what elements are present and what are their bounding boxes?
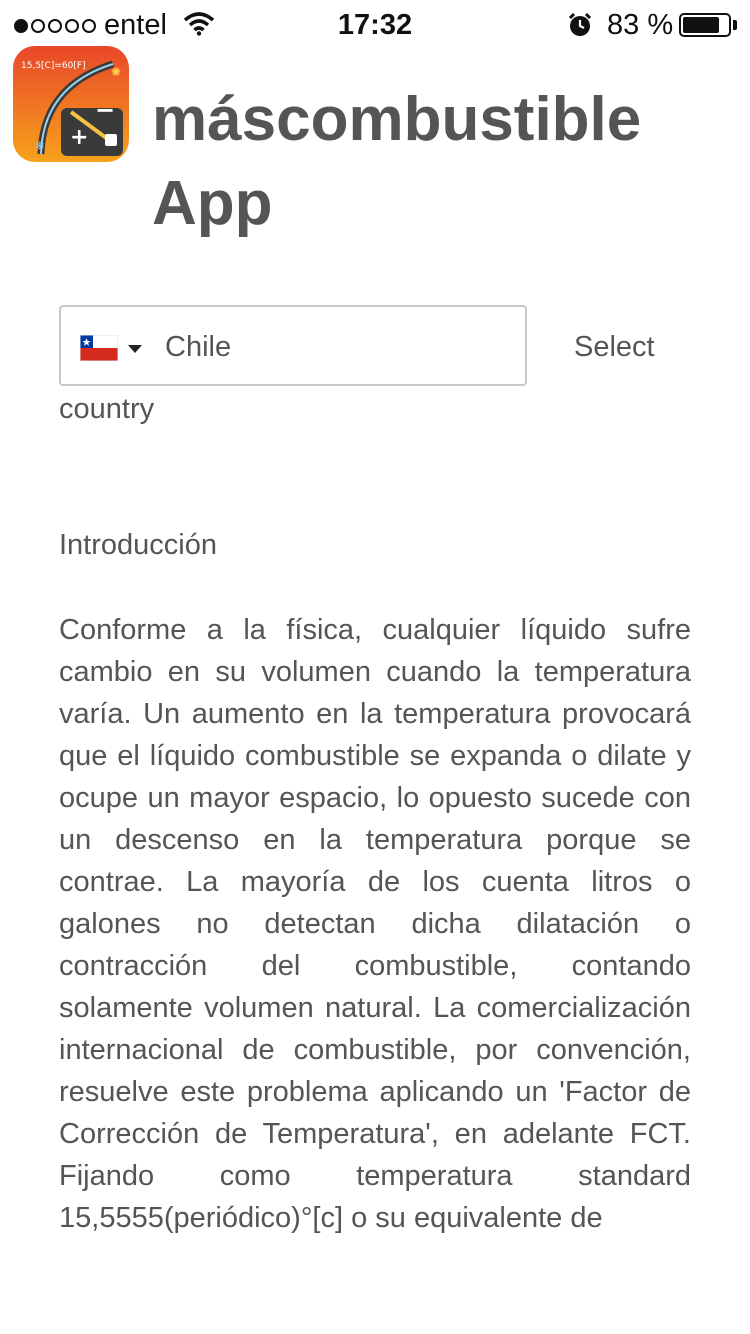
logo-text: 15,5[C]=60[F] bbox=[21, 61, 86, 71]
country-value: Chile bbox=[165, 331, 232, 363]
select-country-label-continuation: country bbox=[59, 393, 155, 425]
svg-text:−: − bbox=[95, 96, 115, 124]
battery-percentage: 83 % bbox=[607, 9, 674, 41]
svg-text:✺: ✺ bbox=[111, 65, 121, 79]
country-select[interactable]: Chile bbox=[59, 305, 527, 386]
app-title-line2: App bbox=[152, 169, 273, 238]
svg-text:❄: ❄ bbox=[35, 139, 45, 153]
intro-heading: Introducción bbox=[59, 529, 217, 561]
fuel-gauge-logo-icon: + − 15,5[C]=60[F] ❄ ✺ bbox=[13, 46, 129, 162]
svg-text:+: + bbox=[70, 125, 88, 150]
app-title-line1: máscombustible bbox=[152, 85, 642, 154]
app-title: máscombustible App bbox=[152, 78, 742, 246]
battery-tip bbox=[733, 20, 737, 30]
alarm-icon bbox=[568, 12, 592, 36]
select-country-label: Select bbox=[574, 331, 655, 363]
caret-down-icon bbox=[128, 345, 142, 353]
status-bar: entel 17:32 83 % bbox=[0, 0, 750, 50]
battery-icon bbox=[679, 13, 731, 37]
app-logo: + − 15,5[C]=60[F] ❄ ✺ bbox=[13, 46, 129, 162]
intro-body: Conforme a la física, cualquier líquido … bbox=[59, 614, 691, 1234]
battery-level bbox=[683, 17, 719, 33]
chile-flag-icon bbox=[80, 335, 118, 361]
